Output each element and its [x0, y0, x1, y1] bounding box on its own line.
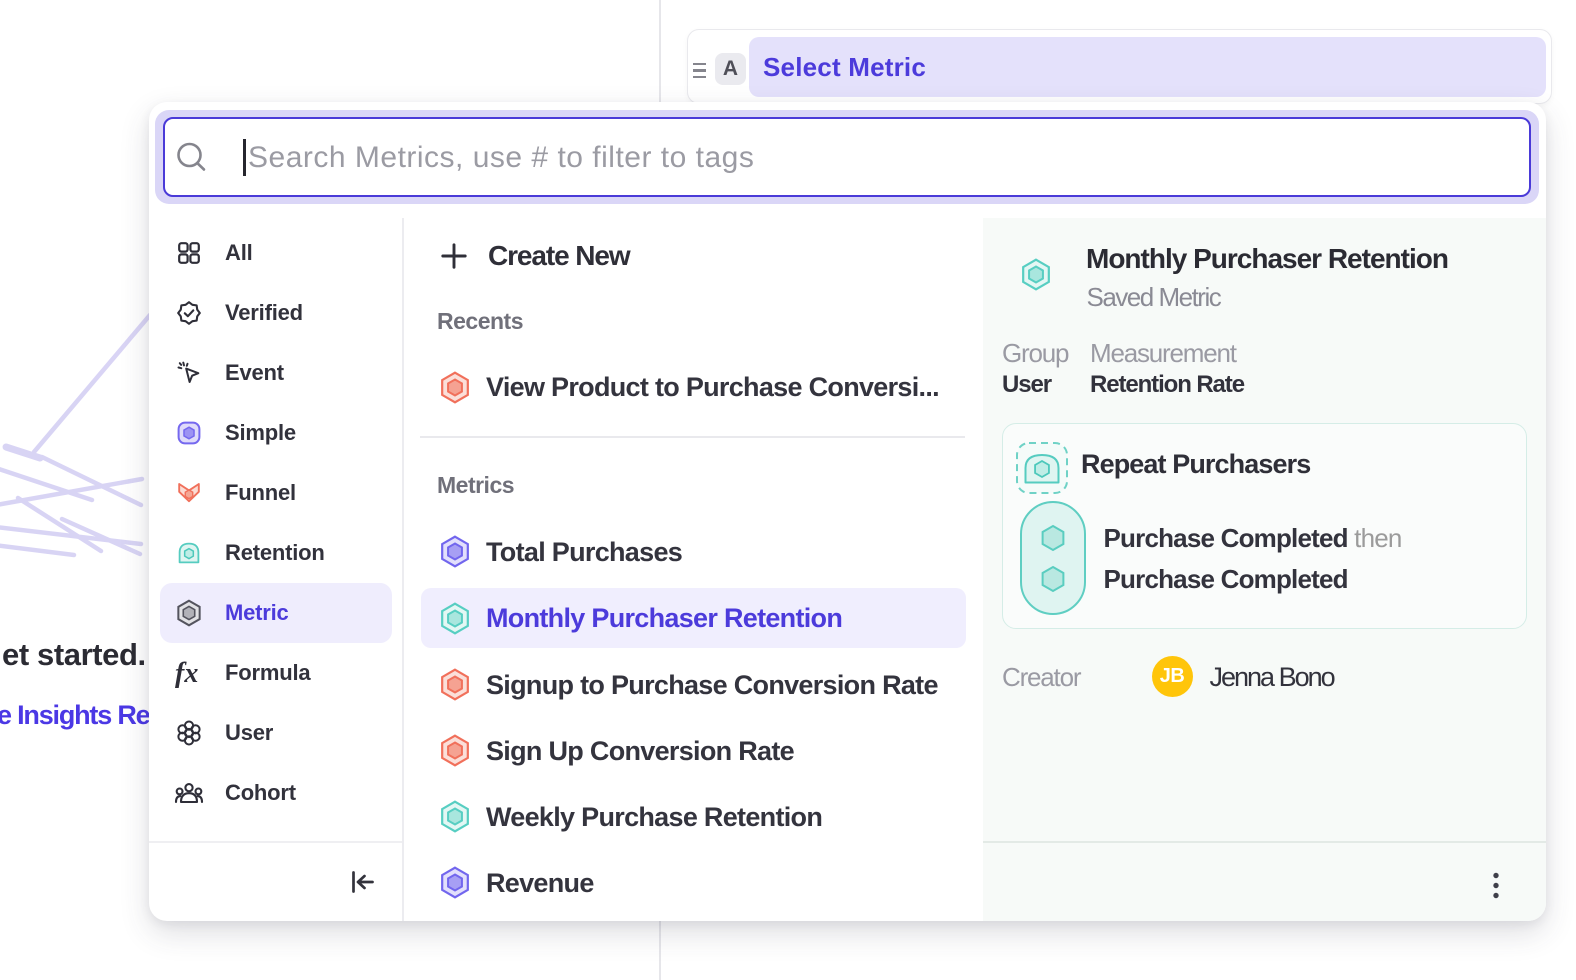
svg-text:fx: fx — [175, 658, 198, 689]
